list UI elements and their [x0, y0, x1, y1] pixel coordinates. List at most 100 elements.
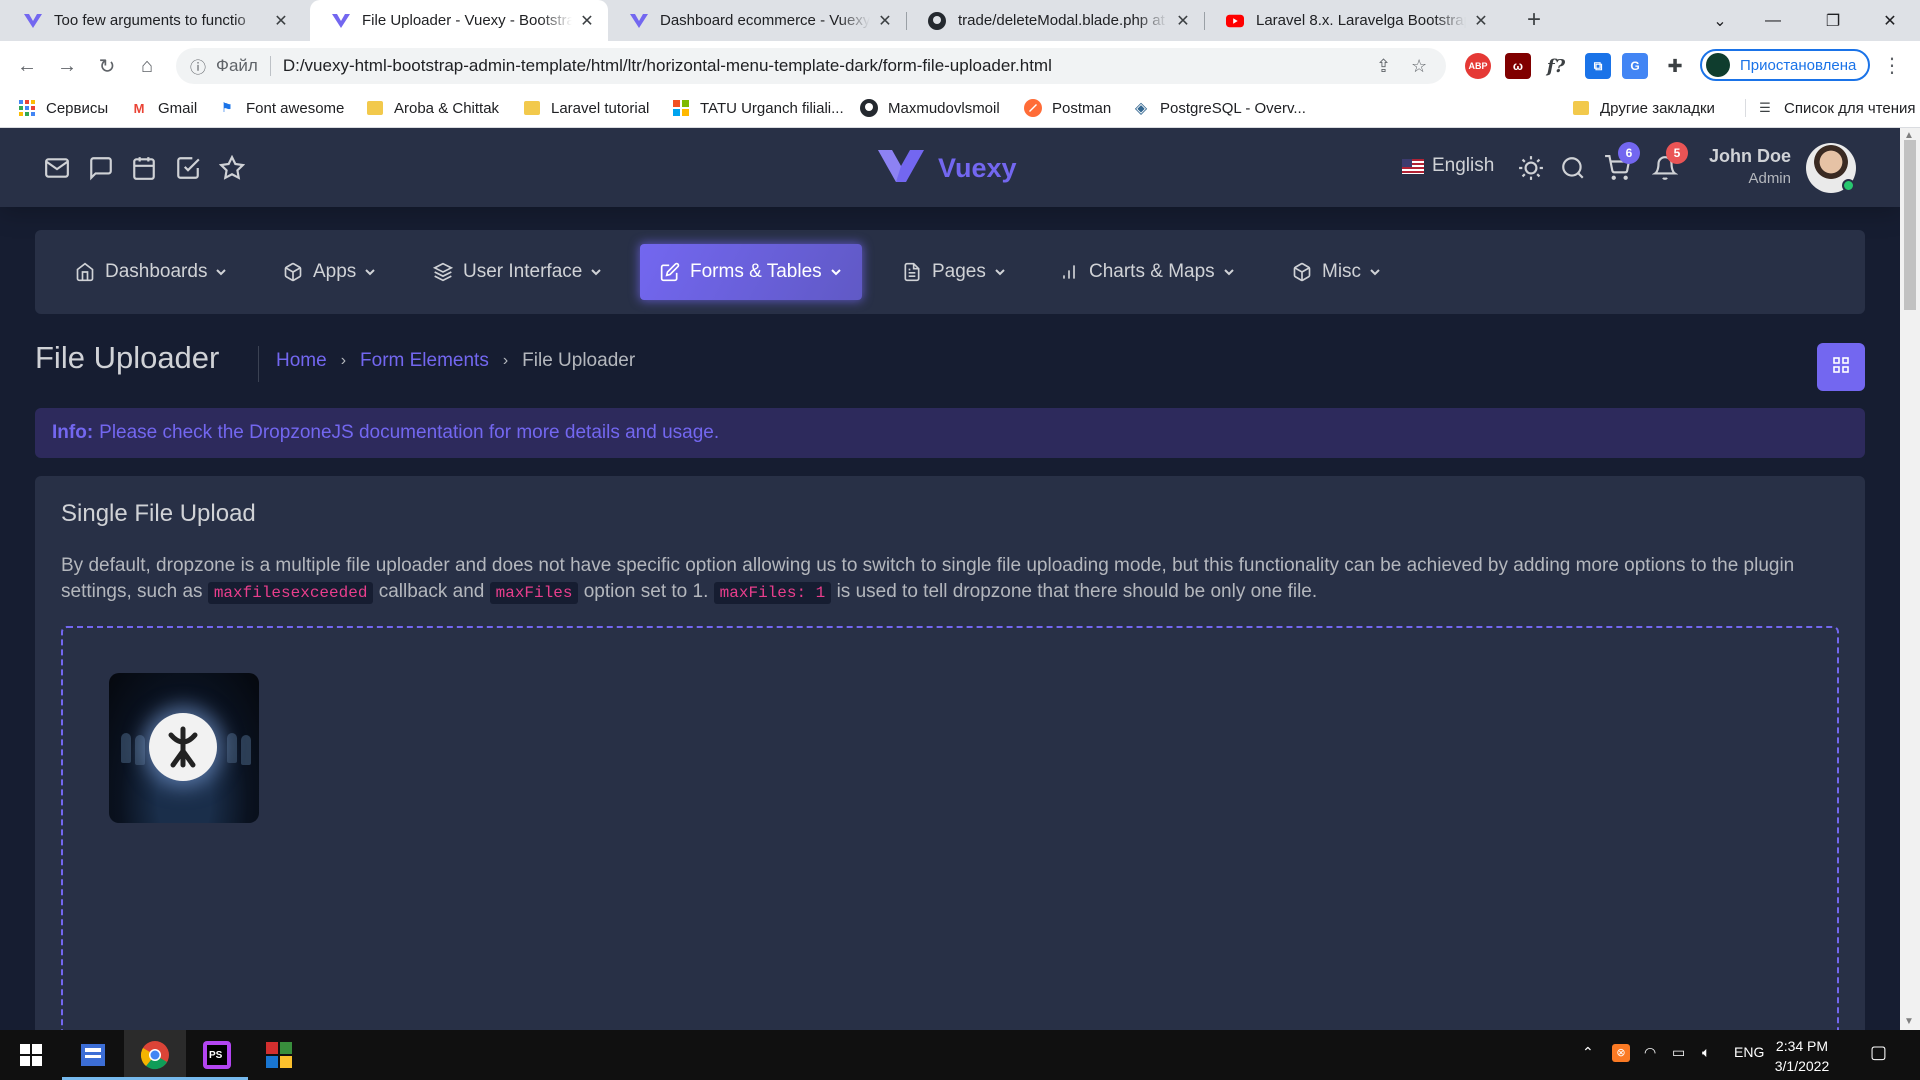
dropzone[interactable] — [61, 626, 1839, 1030]
menu-item-misc[interactable]: Misc — [1272, 244, 1401, 300]
address-bar[interactable]: ⓘ Файл D:/vuexy-html-bootstrap-admin-tem… — [176, 48, 1446, 84]
browser-tab[interactable]: Too few arguments to functio ✕ — [2, 0, 302, 41]
browser-tab[interactable]: Dashboard ecommerce - Vuexy - ✕ — [608, 0, 906, 41]
bookmark-item[interactable]: ◈ PostgreSQL - Overv... — [1132, 99, 1306, 118]
volume-icon[interactable]: 🔈︎ — [1702, 1044, 1710, 1061]
bookmark-item[interactable]: Aroba & Chittak — [366, 99, 499, 117]
bookmark-item[interactable]: Другие закладки — [1572, 99, 1715, 117]
new-tab-button[interactable]: + — [1520, 6, 1548, 34]
page-scrollbar[interactable]: ▲ ▼ — [1900, 128, 1920, 1030]
mail-icon[interactable] — [44, 155, 70, 181]
close-window-button[interactable]: ✕ — [1860, 0, 1920, 41]
bookmark-item[interactable]: M Gmail — [130, 99, 198, 117]
home-icon[interactable]: ⌂ — [130, 49, 164, 83]
close-icon[interactable]: ✕ — [876, 11, 894, 31]
bookmark-item[interactable]: ☰ Список для чтения — [1745, 99, 1916, 117]
close-icon[interactable]: ✕ — [578, 11, 596, 31]
chrome-icon[interactable] — [124, 1030, 186, 1080]
bookmark-item[interactable]: Laravel tutorial — [523, 99, 649, 117]
formula-extension-icon[interactable]: f? — [1543, 53, 1569, 79]
search-icon[interactable] — [1560, 155, 1586, 181]
chevron-up-icon[interactable]: ⌃ — [1582, 1044, 1594, 1061]
extensions-puzzle-icon[interactable]: ✚ — [1662, 53, 1688, 79]
grid-menu-button[interactable] — [1817, 343, 1865, 391]
adblock-extension-icon[interactable]: ABP — [1465, 53, 1491, 79]
folder-icon — [366, 99, 384, 117]
browser-tab-active[interactable]: File Uploader - Vuexy - Bootstrap ✕ — [310, 0, 608, 41]
translate-extension-icon[interactable]: ⧉ — [1585, 53, 1611, 79]
chevron-right-icon: › — [340, 352, 347, 369]
chat-icon[interactable] — [88, 155, 114, 181]
google-translate-icon[interactable]: G — [1622, 53, 1648, 79]
menu-label: Dashboards — [105, 261, 208, 282]
scroll-down-icon[interactable]: ▼ — [1904, 1016, 1914, 1027]
winrar-app-icon[interactable] — [248, 1030, 310, 1080]
reload-icon[interactable]: ↻ — [90, 49, 124, 83]
xampp-tray-icon[interactable]: ⊗ — [1612, 1044, 1630, 1062]
browser-tab[interactable]: Laravel 8.x. Laravelga Bootstrap u ✕ — [1204, 0, 1502, 41]
bookmark-item[interactable]: TATU Urganch filiali... — [672, 99, 844, 117]
menu-item-dashboards[interactable]: Dashboards — [55, 244, 247, 300]
breadcrumb-home-link[interactable]: Home — [276, 350, 327, 372]
wifi-icon[interactable]: ◠ — [1644, 1044, 1656, 1061]
us-flag-icon — [1402, 158, 1424, 174]
sun-icon[interactable] — [1518, 155, 1544, 181]
close-icon[interactable]: ✕ — [272, 11, 290, 31]
battery-icon[interactable]: ▭ — [1672, 1044, 1685, 1061]
alert-text: Please check the DropzoneJS documentatio… — [99, 422, 720, 443]
language-dropdown[interactable]: English — [1402, 155, 1494, 177]
input-language[interactable]: ENG — [1734, 1044, 1764, 1060]
info-icon[interactable]: ⓘ — [190, 54, 206, 78]
menu-item-pages[interactable]: Pages — [882, 244, 1026, 300]
bookmark-label: Laravel tutorial — [551, 99, 650, 117]
file-explorer-icon[interactable] — [62, 1030, 124, 1080]
tab-search-chevron-icon[interactable]: ⌄ — [1690, 0, 1750, 41]
tab-title: Too few arguments to functio — [54, 12, 246, 29]
profile-button[interactable]: Приостановлена — [1700, 49, 1870, 81]
browser-menu-icon[interactable]: ⋮ — [1880, 53, 1904, 79]
url-scheme-label: Файл — [216, 56, 258, 75]
youtube-icon — [1226, 12, 1244, 30]
folder-icon — [523, 99, 541, 117]
menu-item-forms-tables[interactable]: Forms & Tables — [640, 244, 862, 300]
scrollbar-thumb[interactable] — [1904, 140, 1916, 310]
layers-icon — [433, 262, 453, 282]
close-icon[interactable]: ✕ — [1174, 11, 1192, 31]
bookmark-label: Сервисы — [46, 99, 109, 117]
star-icon[interactable] — [218, 154, 246, 181]
chevron-down-icon — [1369, 266, 1381, 278]
card-title: Single File Upload — [61, 500, 256, 527]
share-icon[interactable]: ⇪ — [1376, 48, 1391, 84]
close-icon[interactable]: ✕ — [1472, 11, 1490, 31]
alert-prefix: Info: — [52, 422, 94, 443]
bookmark-star-icon[interactable]: ☆ — [1411, 48, 1427, 84]
phpstorm-icon[interactable]: PS — [186, 1030, 248, 1080]
chevron-right-icon: › — [502, 352, 509, 369]
menu-item-apps[interactable]: Apps — [263, 244, 396, 300]
browser-tab[interactable]: trade/deleteModal.blade.php at ✕ — [906, 0, 1204, 41]
back-arrow-icon[interactable]: ← — [10, 49, 44, 83]
figure-shape — [121, 733, 131, 763]
brand-logo[interactable]: Vuexy — [878, 150, 1017, 187]
file-text-icon — [902, 262, 922, 282]
breadcrumb-form-elements-link[interactable]: Form Elements — [360, 350, 489, 372]
bookmark-item[interactable]: Postman — [1024, 99, 1111, 117]
url-text: D:/vuexy-html-bootstrap-admin-template/h… — [282, 56, 1052, 75]
description-text: option set to 1. — [583, 581, 709, 602]
menu-item-charts-maps[interactable]: Charts & Maps — [1039, 244, 1255, 300]
ublock-extension-icon[interactable]: ω — [1505, 53, 1531, 79]
single-file-upload-card: Single File Upload By default, dropzone … — [35, 476, 1865, 1030]
windows-start-icon[interactable] — [0, 1030, 62, 1080]
maximize-button[interactable]: ❐ — [1803, 0, 1863, 41]
taskbar-clock[interactable]: 2:34 PM 3/1/2022 — [1762, 1036, 1842, 1076]
bookmark-item[interactable]: Maxmudovlsmoil — [860, 99, 1000, 117]
checkbox-icon[interactable] — [175, 155, 201, 181]
calendar-icon[interactable] — [131, 155, 157, 181]
bookmark-item[interactable]: ⚑ Font awesome — [218, 99, 344, 117]
minimize-button[interactable]: — — [1743, 0, 1803, 41]
uploaded-file-thumbnail[interactable] — [109, 673, 259, 823]
forward-arrow-icon[interactable]: → — [50, 49, 84, 83]
bookmark-item[interactable]: Сервисы — [18, 99, 108, 117]
notification-center-icon[interactable]: ▢ — [1870, 1042, 1887, 1063]
menu-item-user-interface[interactable]: User Interface — [413, 244, 622, 300]
